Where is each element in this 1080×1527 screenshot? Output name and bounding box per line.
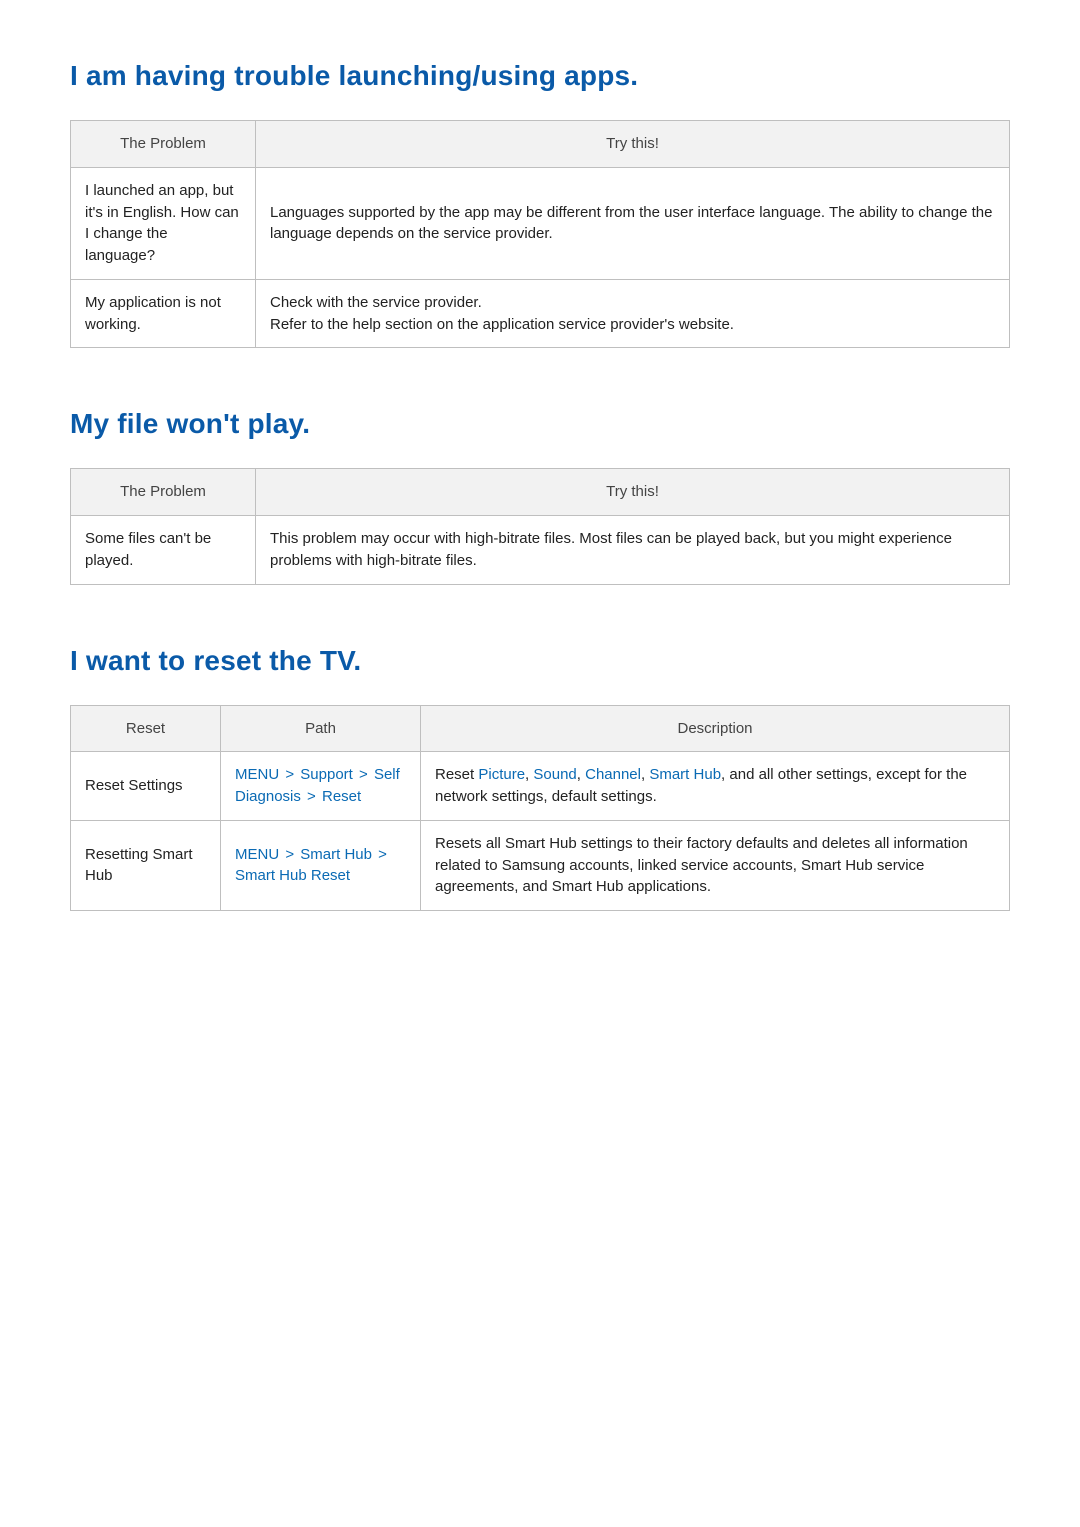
cell-description: Resets all Smart Hub settings to their f…: [421, 820, 1010, 910]
table-header-reset: Reset: [71, 705, 221, 752]
table-header-path: Path: [221, 705, 421, 752]
manual-page: I am having trouble launching/using apps…: [0, 0, 1080, 1031]
table-row: Some files can't be played. This problem…: [71, 516, 1010, 585]
table-apps: The Problem Try this! I launched an app,…: [70, 120, 1010, 348]
cell-answer: Languages supported by the app may be di…: [256, 167, 1010, 279]
menu-path-segment: MENU: [235, 766, 279, 783]
menu-path-segment: Reset: [322, 788, 361, 805]
section-heading: I am having trouble launching/using apps…: [70, 60, 1010, 92]
section-heading: My file won't play.: [70, 408, 1010, 440]
table-row: I launched an app, but it's in English. …: [71, 167, 1010, 279]
setting-link: Channel: [585, 766, 641, 783]
section-apps: I am having trouble launching/using apps…: [70, 60, 1010, 348]
cell-description: Reset Picture, Sound, Channel, Smart Hub…: [421, 752, 1010, 821]
section-reset: I want to reset the TV. Reset Path Descr…: [70, 645, 1010, 912]
cell-answer: Check with the service provider. Refer t…: [256, 279, 1010, 348]
chevron-right-icon: >: [301, 788, 322, 805]
section-heading: I want to reset the TV.: [70, 645, 1010, 677]
table-row: Reset Settings MENU > Support > Self Dia…: [71, 752, 1010, 821]
table-header-description: Description: [421, 705, 1010, 752]
menu-path-segment: Support: [300, 766, 353, 783]
setting-link: Smart Hub: [649, 766, 721, 783]
table-row: Resetting Smart Hub MENU > Smart Hub > S…: [71, 820, 1010, 910]
cell-problem: I launched an app, but it's in English. …: [71, 167, 256, 279]
cell-reset: Reset Settings: [71, 752, 221, 821]
setting-link: Picture: [478, 766, 525, 783]
cell-path: MENU > Support > Self Diagnosis > Reset: [221, 752, 421, 821]
cell-reset: Resetting Smart Hub: [71, 820, 221, 910]
menu-path-segment: MENU: [235, 846, 279, 863]
table-header-problem: The Problem: [71, 121, 256, 168]
setting-link: Sound: [533, 766, 576, 783]
table-row: My application is not working. Check wit…: [71, 279, 1010, 348]
section-file: My file won't play. The Problem Try this…: [70, 408, 1010, 584]
cell-path: MENU > Smart Hub > Smart Hub Reset: [221, 820, 421, 910]
chevron-right-icon: >: [279, 766, 300, 783]
table-reset: Reset Path Description Reset Settings ME…: [70, 705, 1010, 912]
table-header-trythis: Try this!: [256, 469, 1010, 516]
chevron-right-icon: >: [372, 846, 389, 863]
table-file: The Problem Try this! Some files can't b…: [70, 468, 1010, 584]
table-header-problem: The Problem: [71, 469, 256, 516]
menu-path-segment: Smart Hub Reset: [235, 867, 350, 884]
cell-problem: Some files can't be played.: [71, 516, 256, 585]
table-header-trythis: Try this!: [256, 121, 1010, 168]
cell-problem: My application is not working.: [71, 279, 256, 348]
cell-answer: This problem may occur with high-bitrate…: [256, 516, 1010, 585]
chevron-right-icon: >: [353, 766, 374, 783]
menu-path-segment: Smart Hub: [300, 846, 372, 863]
chevron-right-icon: >: [279, 846, 300, 863]
